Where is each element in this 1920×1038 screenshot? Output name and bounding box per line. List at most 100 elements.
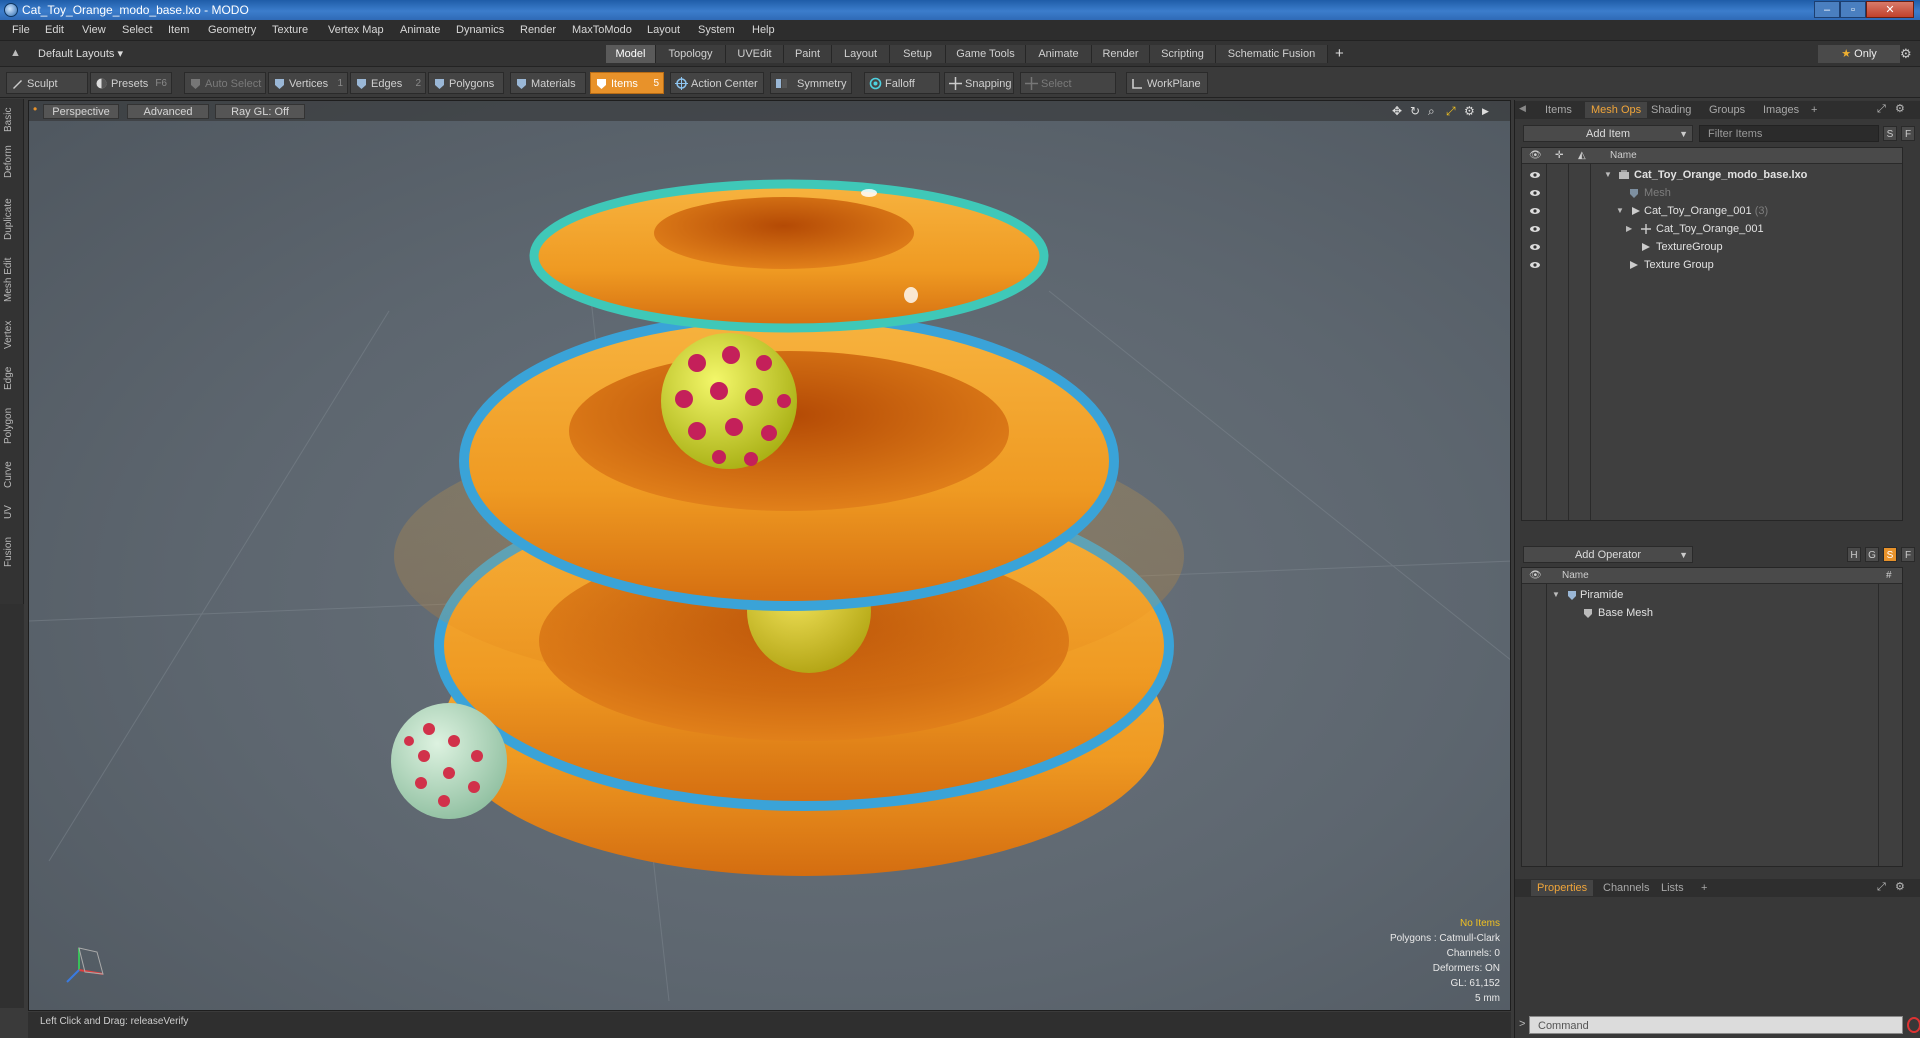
tab-uvedit[interactable]: UVEdit bbox=[726, 45, 784, 63]
items-button[interactable]: Items 5 bbox=[590, 72, 664, 94]
menu-edit[interactable]: Edit bbox=[45, 24, 64, 36]
filter-f-button[interactable]: F bbox=[1901, 126, 1915, 141]
tree-row-texture-group[interactable]: Texture Group bbox=[1522, 256, 1902, 274]
tab-render[interactable]: Render bbox=[1092, 45, 1150, 63]
menu-vertex-map[interactable]: Vertex Map bbox=[328, 24, 384, 36]
operator-row-base-mesh[interactable]: Base Mesh bbox=[1522, 604, 1902, 622]
left-tab-mesh-edit[interactable]: Mesh Edit bbox=[3, 255, 21, 305]
left-tab-vertex[interactable]: Vertex bbox=[3, 317, 21, 353]
left-tab-basic[interactable]: Basic bbox=[3, 105, 21, 135]
workplane-button[interactable]: WorkPlane bbox=[1126, 72, 1208, 94]
add-item-button[interactable]: Add Item ▼ bbox=[1523, 125, 1693, 142]
zoom-icon[interactable]: ⌕ bbox=[1428, 104, 1435, 119]
falloff-button[interactable]: Falloff bbox=[864, 72, 940, 94]
panel-gear-icon[interactable]: ⚙ bbox=[1895, 102, 1905, 115]
filter-items-input[interactable]: Filter Items bbox=[1699, 125, 1879, 142]
expand-triangle-icon[interactable]: ▼ bbox=[1616, 206, 1624, 215]
minimize-button[interactable]: – bbox=[1814, 1, 1840, 18]
edges-button[interactable]: Edges 2 bbox=[350, 72, 426, 94]
left-tab-fusion[interactable]: Fusion bbox=[3, 533, 21, 571]
menu-view[interactable]: View bbox=[82, 24, 106, 36]
materials-button[interactable]: Materials bbox=[510, 72, 586, 94]
left-tab-curve[interactable]: Curve bbox=[3, 457, 21, 493]
tab-items[interactable]: Items bbox=[1539, 102, 1578, 118]
left-tab-deform[interactable]: Deform bbox=[3, 143, 21, 181]
maximize-button[interactable]: ▫ bbox=[1840, 1, 1866, 18]
operator-h-button[interactable]: H bbox=[1847, 547, 1861, 562]
tab-shading[interactable]: Shading bbox=[1645, 102, 1697, 118]
viewport-gear-icon[interactable]: ⚙ bbox=[1464, 104, 1475, 118]
view-type-button[interactable]: Perspective bbox=[43, 104, 119, 119]
tab-scripting[interactable]: Scripting bbox=[1150, 45, 1216, 63]
tree-row-group[interactable]: ▼ Cat_Toy_Orange_001 (3) bbox=[1522, 202, 1902, 220]
operator-g-button[interactable]: G bbox=[1865, 547, 1879, 562]
operator-s-button[interactable]: S bbox=[1883, 547, 1897, 562]
filter-s-button[interactable]: S bbox=[1883, 126, 1897, 141]
tab-images[interactable]: Images bbox=[1757, 102, 1805, 118]
tree-row-texturegroup[interactable]: TextureGroup bbox=[1522, 238, 1902, 256]
layout-icon[interactable]: ▲ bbox=[10, 47, 21, 59]
menu-animate[interactable]: Animate bbox=[400, 24, 440, 36]
left-tab-polygon[interactable]: Polygon bbox=[3, 403, 21, 449]
snapping-button[interactable]: Snapping bbox=[944, 72, 1014, 94]
tab-lists[interactable]: Lists bbox=[1655, 880, 1690, 896]
action-center-button[interactable]: Action Center bbox=[670, 72, 764, 94]
expand-triangle-icon[interactable]: ▼ bbox=[1604, 170, 1612, 179]
menu-texture[interactable]: Texture bbox=[272, 24, 308, 36]
close-button[interactable]: ✕ bbox=[1866, 1, 1914, 18]
name-column-header[interactable]: Name bbox=[1610, 150, 1637, 161]
operator-row-piramide[interactable]: ▼ Piramide bbox=[1522, 586, 1902, 604]
eye-icon[interactable] bbox=[1529, 205, 1541, 217]
symmetry-button[interactable]: Symmetry bbox=[770, 72, 852, 94]
tab-properties[interactable]: Properties bbox=[1531, 880, 1594, 896]
menu-item[interactable]: Item bbox=[168, 24, 189, 36]
tab-animate[interactable]: Animate bbox=[1026, 45, 1092, 63]
tab-paint[interactable]: Paint bbox=[784, 45, 832, 63]
tab-schematic-fusion[interactable]: Schematic Fusion bbox=[1216, 45, 1328, 63]
3d-viewport[interactable]: • Perspective Advanced Ray GL: Off ✥ ↻ ⌕… bbox=[28, 100, 1511, 1011]
panel-expand-icon[interactable]: ⤢ bbox=[1877, 881, 1886, 894]
menu-render[interactable]: Render bbox=[520, 24, 556, 36]
collapse-triangle-icon[interactable]: ▶ bbox=[1626, 224, 1632, 233]
menu-layout[interactable]: Layout bbox=[647, 24, 680, 36]
pan-icon[interactable]: ✥ bbox=[1392, 104, 1402, 118]
menu-system[interactable]: System bbox=[698, 24, 735, 36]
panel-gear-icon[interactable]: ⚙ bbox=[1895, 880, 1905, 893]
add-properties-tab-button[interactable]: + bbox=[1695, 880, 1713, 896]
tree-row-scene[interactable]: ▼ Cat_Toy_Orange_modo_base.lxo bbox=[1522, 166, 1902, 184]
viewport-menu-icon[interactable]: • bbox=[33, 102, 37, 116]
presets-button[interactable]: Presets F6 bbox=[90, 72, 172, 94]
eye-icon[interactable] bbox=[1529, 241, 1541, 253]
vertices-button[interactable]: Vertices 1 bbox=[268, 72, 348, 94]
left-tab-duplicate[interactable]: Duplicate bbox=[3, 195, 21, 243]
menu-select[interactable]: Select bbox=[122, 24, 153, 36]
tab-channels[interactable]: Channels bbox=[1597, 880, 1655, 896]
menu-dynamics[interactable]: Dynamics bbox=[456, 24, 504, 36]
menu-file[interactable]: File bbox=[12, 24, 30, 36]
add-panel-tab-button[interactable]: + bbox=[1805, 102, 1823, 118]
name-column-header[interactable]: Name bbox=[1562, 570, 1589, 581]
eye-icon[interactable] bbox=[1529, 223, 1541, 235]
raygl-button[interactable]: Ray GL: Off bbox=[215, 104, 305, 119]
tab-mesh-ops[interactable]: Mesh Ops bbox=[1585, 102, 1648, 118]
shading-mode-button[interactable]: Advanced bbox=[127, 104, 209, 119]
menu-help[interactable]: Help bbox=[752, 24, 775, 36]
tab-groups[interactable]: Groups bbox=[1703, 102, 1751, 118]
panel-expand-icon[interactable]: ⤢ bbox=[1877, 103, 1886, 116]
eye-icon[interactable] bbox=[1529, 169, 1541, 181]
viewport-expand-icon[interactable]: ▶ bbox=[1482, 106, 1489, 117]
command-history-icon[interactable] bbox=[1907, 1017, 1920, 1033]
tab-topology[interactable]: Topology bbox=[656, 45, 726, 63]
tab-layout[interactable]: Layout bbox=[832, 45, 890, 63]
menu-geometry[interactable]: Geometry bbox=[208, 24, 256, 36]
add-layout-tab-button[interactable]: + bbox=[1335, 45, 1344, 62]
rotate-icon[interactable]: ↻ bbox=[1410, 104, 1420, 118]
left-tab-edge[interactable]: Edge bbox=[3, 363, 21, 393]
auto-select-button[interactable]: Auto Select bbox=[184, 72, 266, 94]
tab-model[interactable]: Model bbox=[606, 45, 656, 63]
tree-row-mesh[interactable]: Mesh bbox=[1522, 184, 1902, 202]
tab-game-tools[interactable]: Game Tools bbox=[946, 45, 1026, 63]
tree-row-mesh-item[interactable]: ▶ Cat_Toy_Orange_001 bbox=[1522, 220, 1902, 238]
expand-triangle-icon[interactable]: ▼ bbox=[1552, 590, 1560, 599]
command-input[interactable]: Command bbox=[1529, 1016, 1903, 1034]
